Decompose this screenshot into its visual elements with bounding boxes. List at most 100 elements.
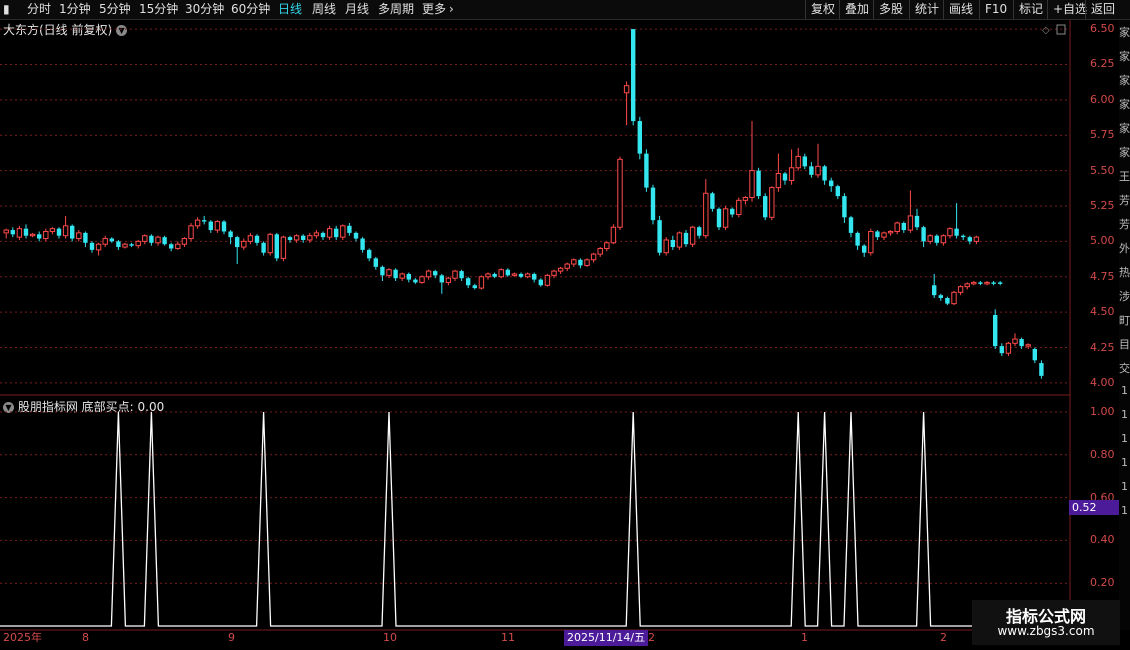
candle[interactable] [135,239,141,249]
candle[interactable] [848,215,854,238]
candle[interactable] [697,225,702,239]
candle[interactable] [763,193,768,221]
candle[interactable] [578,258,583,269]
candle[interactable] [413,278,418,284]
candle[interactable] [756,167,761,199]
candle[interactable] [623,81,630,126]
candle[interactable] [782,172,788,185]
candle[interactable] [459,269,464,282]
candle[interactable] [347,222,352,236]
candle[interactable] [485,272,491,280]
candle[interactable] [373,256,378,270]
candle[interactable] [637,116,642,160]
candle[interactable] [511,272,518,277]
candle[interactable] [320,231,326,240]
candle[interactable] [406,272,411,283]
candle[interactable] [894,221,900,235]
candle[interactable] [214,220,221,233]
candle[interactable] [940,234,947,246]
candle[interactable] [155,235,161,246]
candle[interactable] [788,149,795,185]
candle[interactable] [340,224,346,240]
candle[interactable] [393,268,398,282]
candle[interactable] [169,242,174,252]
candle[interactable] [380,265,385,282]
candle[interactable] [109,237,114,243]
candle[interactable] [1039,360,1044,379]
candle[interactable] [326,225,333,240]
candle[interactable] [95,242,102,256]
candle[interactable] [842,193,847,223]
candle[interactable] [887,230,894,236]
candle[interactable] [472,283,477,290]
candle[interactable] [957,285,964,296]
candle[interactable] [932,273,937,298]
candle[interactable] [334,225,339,240]
candle[interactable] [710,191,715,212]
candle[interactable] [3,228,9,239]
candle[interactable] [868,228,874,256]
candle[interactable] [954,203,959,239]
candle[interactable] [822,164,827,185]
candle[interactable] [881,231,887,240]
candle[interactable] [961,234,966,240]
candle[interactable] [973,235,980,245]
candle[interactable] [425,269,432,280]
candle[interactable] [795,147,801,171]
candle[interactable] [947,227,953,239]
candle[interactable] [102,235,108,248]
candle[interactable] [274,232,279,262]
candle[interactable] [221,220,227,235]
candle[interactable] [122,242,128,249]
kline-chart[interactable]: ◇ [0,0,1130,650]
candle[interactable] [683,230,689,248]
candle[interactable] [921,225,926,248]
candle[interactable] [532,272,537,283]
candle[interactable] [991,281,996,286]
candle[interactable] [267,232,273,256]
candle[interactable] [505,268,510,277]
candle[interactable] [538,278,543,287]
candle[interactable] [862,244,867,257]
candle[interactable] [70,224,75,242]
candle[interactable] [544,273,551,287]
candle[interactable] [689,225,696,248]
candle[interactable] [16,225,23,240]
candle[interactable] [1012,333,1018,347]
candle[interactable] [993,309,998,349]
candle[interactable] [938,293,943,301]
candle[interactable] [353,231,359,242]
candle[interactable] [964,282,970,290]
candle[interactable] [769,186,775,221]
candle[interactable] [23,224,29,239]
candle[interactable] [466,276,471,289]
candle[interactable] [76,230,82,242]
candle[interactable] [584,258,590,267]
candle[interactable] [202,215,207,225]
candle[interactable] [557,266,564,274]
candle[interactable] [855,231,860,250]
candle[interactable] [478,275,485,290]
candle[interactable] [670,235,675,250]
candle[interactable] [564,262,570,272]
candle[interactable] [998,281,1003,286]
candle[interactable] [716,207,722,231]
candle[interactable] [49,227,56,235]
candle[interactable] [419,275,425,284]
candle[interactable] [83,231,88,248]
candle[interactable] [604,241,610,252]
candle[interactable] [89,241,95,253]
candle[interactable] [62,215,69,239]
candle[interactable] [829,177,834,192]
candle[interactable] [722,206,729,231]
candle[interactable] [247,232,254,245]
candle[interactable] [181,237,188,248]
candle[interactable] [657,215,662,256]
candle[interactable] [149,234,154,246]
candle[interactable] [360,237,365,253]
candle[interactable] [492,272,497,279]
candle[interactable] [56,227,62,239]
candle[interactable] [951,290,957,306]
candle[interactable] [967,235,972,245]
candle[interactable] [228,230,233,245]
